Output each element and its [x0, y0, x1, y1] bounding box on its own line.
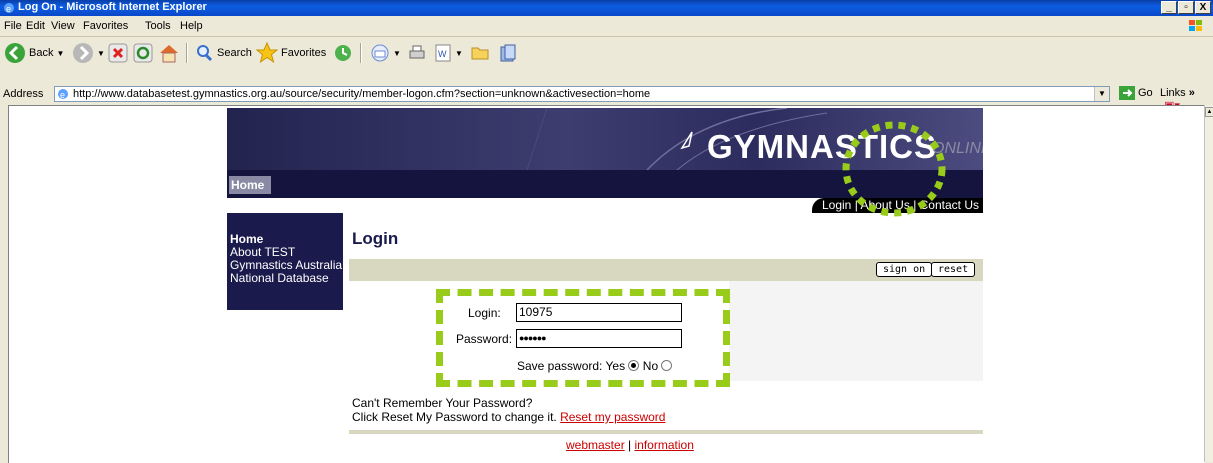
highlight-circle: [842, 121, 946, 217]
webmaster-link[interactable]: webmaster: [566, 438, 625, 452]
window-title: Log On - Microsoft Internet Explorer: [18, 1, 207, 13]
refresh-icon: [133, 43, 153, 63]
highlight-box: [436, 289, 730, 387]
menu-tools[interactable]: Tools: [145, 20, 171, 32]
stop-icon: [108, 43, 128, 63]
go-button[interactable]: Go: [1119, 86, 1153, 100]
stop-button[interactable]: [108, 40, 128, 66]
window-title-bar: e Log On - Microsoft Internet Explorer _…: [0, 0, 1213, 16]
chevron-down-icon: ▼: [56, 48, 65, 58]
chevron-down-icon: ▼: [455, 48, 463, 58]
chevron-down-icon: ▼: [97, 48, 105, 58]
page-title: Login: [352, 229, 399, 248]
reset-password-link[interactable]: Reset my password: [560, 410, 665, 424]
form-shade: [729, 281, 983, 381]
forward-arrow-icon: [73, 43, 93, 63]
home-button[interactable]: [158, 40, 180, 66]
menu-view[interactable]: View: [51, 20, 75, 32]
menu-file[interactable]: File: [4, 20, 22, 32]
information-link[interactable]: information: [635, 438, 694, 452]
form-action-bar: sign on reset: [349, 259, 983, 281]
forgot-line-1: Can't Remember Your Password?: [352, 396, 533, 410]
svg-text:W: W: [438, 49, 447, 59]
leftnav-national-database[interactable]: National Database: [227, 272, 343, 285]
page-icon: e: [58, 89, 68, 100]
star-icon: [256, 42, 278, 64]
forward-button[interactable]: ▼: [72, 40, 105, 66]
printer-icon: [409, 45, 425, 59]
address-url: http://www.databasetest.gymnastics.org.a…: [73, 88, 651, 100]
forgot-line-2: Click Reset My Password to change it. Re…: [352, 410, 665, 424]
toolbar-separator: [186, 43, 188, 63]
refresh-button[interactable]: [133, 40, 153, 66]
menu-help[interactable]: Help: [180, 20, 203, 32]
vertical-scrollbar[interactable]: ▲: [1204, 105, 1213, 462]
forgot-line-2-text: Click Reset My Password to change it.: [352, 410, 557, 424]
edit-button[interactable]: W ▼: [434, 40, 463, 66]
home-icon: [160, 45, 178, 63]
back-button[interactable]: Back ▼: [4, 40, 64, 66]
footer-divider: [349, 430, 983, 434]
svg-text:e: e: [60, 90, 65, 100]
history-icon: [335, 45, 351, 61]
windows-logo-icon: [1189, 20, 1202, 31]
footer-links: webmaster | information: [566, 438, 694, 452]
favorites-button[interactable]: Favorites: [256, 40, 326, 66]
forgot-password-text: Can't Remember Your Password? Click Rese…: [352, 396, 665, 424]
scroll-up-button[interactable]: ▲: [1205, 107, 1213, 117]
menu-bar: File Edit View Favorites Tools Help: [0, 16, 1213, 37]
reset-button[interactable]: reset: [931, 262, 976, 277]
document-icon: W: [435, 44, 451, 62]
search-icon: [197, 45, 213, 62]
close-button[interactable]: X: [1195, 1, 1211, 14]
banner-home-link[interactable]: Home: [229, 176, 271, 194]
minimize-button[interactable]: _: [1161, 1, 1177, 14]
sign-on-button[interactable]: sign on: [876, 262, 933, 277]
maximize-button[interactable]: ▫: [1178, 1, 1194, 14]
menu-edit[interactable]: Edit: [26, 20, 45, 32]
address-dropdown-button[interactable]: ▼: [1094, 87, 1109, 101]
go-arrow-icon: [1119, 86, 1135, 100]
print-button[interactable]: [407, 40, 427, 66]
history-button[interactable]: [333, 40, 353, 66]
research-icon: [500, 44, 516, 62]
address-input[interactable]: e http://www.databasetest.gymnastics.org…: [54, 86, 1110, 102]
footer-separator: |: [628, 438, 632, 452]
folder-icon: [471, 47, 489, 60]
research-button[interactable]: [498, 40, 518, 66]
left-navigation: Home About TEST Gymnastics Australia Nat…: [227, 213, 343, 310]
standard-toolbar: Back ▼ ▼ Search Favorites ▼ W ▼: [0, 37, 1213, 70]
back-arrow-icon: [5, 43, 25, 63]
chevron-down-icon: ▼: [393, 48, 401, 58]
menu-favorites[interactable]: Favorites: [83, 20, 128, 32]
svg-text:e: e: [6, 4, 11, 14]
mail-button[interactable]: ▼: [370, 40, 401, 66]
address-label: Address: [3, 88, 44, 100]
mail-icon: [371, 44, 389, 62]
search-button[interactable]: Search: [194, 40, 252, 66]
ie-icon: e: [4, 3, 14, 14]
folder-button[interactable]: [470, 40, 490, 66]
toolbar-separator: [360, 43, 362, 63]
